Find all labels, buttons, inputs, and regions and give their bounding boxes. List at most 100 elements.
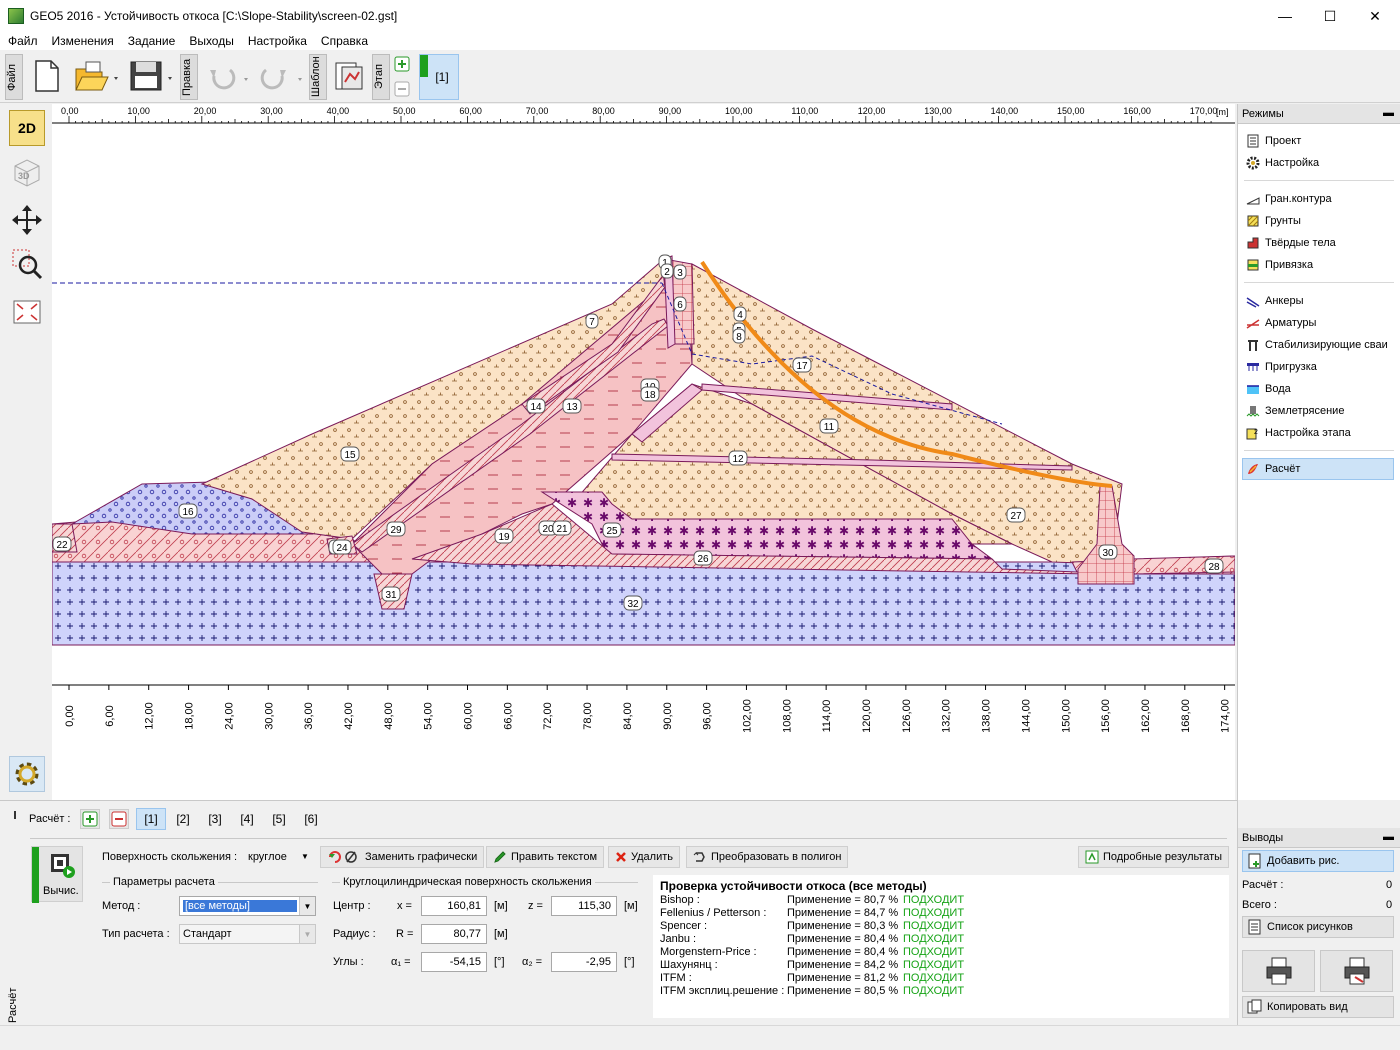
- z-label: z =: [528, 900, 543, 912]
- replace-graphically-button[interactable]: Заменить графически: [320, 846, 485, 868]
- delete-x-icon: [616, 852, 626, 862]
- unit-m: [м]: [494, 900, 508, 912]
- add-stage-button[interactable]: [393, 55, 411, 73]
- menu-task[interactable]: Задание: [128, 34, 176, 48]
- results-icon: [1085, 850, 1099, 864]
- fit-view-button[interactable]: [9, 294, 45, 330]
- method-select[interactable]: [все методы] ▼: [179, 896, 316, 916]
- menu-outputs[interactable]: Выходы: [189, 34, 234, 48]
- remove-stage-button[interactable]: [393, 80, 411, 98]
- mode-item-pile[interactable]: Стабилизирующие сваи: [1238, 334, 1400, 356]
- bottom-axis-tick: 84,00: [622, 702, 634, 730]
- close-button[interactable]: ✕: [1352, 0, 1398, 32]
- print-preview-button[interactable]: [1320, 950, 1393, 992]
- mode-item-soil[interactable]: Грунты: [1238, 210, 1400, 232]
- mode-item-assign[interactable]: Привязка: [1238, 254, 1400, 276]
- add-analysis-button[interactable]: [80, 809, 100, 829]
- pan-button[interactable]: [9, 202, 45, 238]
- analysis-tab-2[interactable]: [2]: [168, 808, 198, 830]
- mode-item-quake[interactable]: Землетрясение: [1238, 400, 1400, 422]
- region-label: 24: [332, 539, 352, 555]
- redo-button[interactable]: [256, 60, 308, 94]
- bottom-axis-tick: 24,00: [223, 702, 235, 730]
- unit-deg: [°]: [494, 956, 505, 968]
- settings-gear-button[interactable]: [9, 756, 45, 792]
- analysis-tab-3[interactable]: [3]: [200, 808, 230, 830]
- menu-help[interactable]: Справка: [321, 34, 368, 48]
- compute-button[interactable]: Вычис.: [31, 846, 83, 903]
- line-icon: [1246, 192, 1260, 206]
- zoom-button[interactable]: [9, 246, 45, 282]
- unit-m: [м]: [494, 928, 508, 940]
- mode-item-gear[interactable]: Настройка: [1238, 152, 1400, 174]
- radius-field[interactable]: 80,77: [421, 924, 487, 944]
- svg-text:28: 28: [1208, 562, 1220, 573]
- center-x-field[interactable]: 160,81: [421, 896, 487, 916]
- region-label: 22: [52, 536, 72, 552]
- mode-item-water[interactable]: Вода: [1238, 378, 1400, 400]
- maximize-button[interactable]: ☐: [1307, 0, 1353, 32]
- view-2d-button[interactable]: 2D: [9, 110, 45, 146]
- analysis-tab-6[interactable]: [6]: [296, 808, 326, 830]
- save-file-button[interactable]: [126, 56, 178, 96]
- calc-count-value: 0: [1386, 879, 1393, 891]
- svg-text:24: 24: [336, 543, 348, 554]
- add-figure-button[interactable]: Добавить рис.: [1242, 850, 1394, 872]
- remove-analysis-button[interactable]: [109, 809, 129, 829]
- delete-button[interactable]: Удалить: [608, 846, 680, 868]
- undo-button[interactable]: [202, 60, 254, 94]
- center-z-field[interactable]: 115,30: [551, 896, 617, 916]
- result-status: ПОДХОДИТ: [903, 894, 965, 906]
- mode-item-calc[interactable]: Расчёт: [1242, 458, 1394, 480]
- figure-list-button[interactable]: Список рисунков: [1242, 916, 1394, 938]
- bottom-axis-tick: 132,00: [941, 699, 953, 733]
- minus-icon: [394, 81, 410, 97]
- pin-icon[interactable]: ▬: [1383, 107, 1394, 119]
- mode-item-line[interactable]: Гран.контура: [1238, 188, 1400, 210]
- result-value: Применение = 80,4 %: [787, 933, 899, 945]
- alpha2-field[interactable]: -2,95: [551, 952, 617, 972]
- unit-deg: [°]: [624, 956, 635, 968]
- mode-item-anchor[interactable]: Анкеры: [1238, 290, 1400, 312]
- mode-item-solid[interactable]: Твёрдые тела: [1238, 232, 1400, 254]
- top-ruler-tick: 170,00: [1190, 106, 1218, 116]
- mode-item-rebar[interactable]: Арматуры: [1238, 312, 1400, 334]
- view-3d-button[interactable]: 3D: [9, 154, 45, 190]
- mode-separator: [1244, 444, 1394, 451]
- result-value: Применение = 81,2 %: [787, 972, 899, 984]
- stage-tab-1[interactable]: [1]: [419, 54, 459, 100]
- stage-group-label: Этап: [372, 54, 390, 100]
- new-file-button[interactable]: [30, 56, 64, 96]
- analysis-tab-1[interactable]: [1]: [136, 808, 166, 830]
- mode-item-doc[interactable]: Проект: [1238, 130, 1400, 152]
- pin-icon[interactable]: ▬: [1383, 831, 1394, 843]
- result-value: Применение = 84,2 %: [787, 959, 899, 971]
- menu-settings[interactable]: Настройка: [248, 34, 307, 48]
- calc-type-select[interactable]: Стандарт ▼: [179, 924, 316, 944]
- mode-item-stage[interactable]: 2 Настройка этапа: [1238, 422, 1400, 444]
- slip-surface-select[interactable]: круглое ▼: [245, 847, 313, 867]
- alpha1-field[interactable]: -54,15: [421, 952, 487, 972]
- calc-count-label: Расчёт :: [1242, 879, 1284, 891]
- template-button[interactable]: [330, 56, 368, 96]
- mode-item-load[interactable]: Пригрузка: [1238, 356, 1400, 378]
- region-label: 7: [585, 313, 599, 329]
- detailed-results-button[interactable]: Подробные результаты: [1078, 846, 1230, 868]
- print-button[interactable]: [1242, 950, 1315, 992]
- mode-item-label: Проект: [1265, 135, 1302, 147]
- edit-text-label: Править текстом: [511, 851, 598, 863]
- menu-file[interactable]: Файл: [8, 34, 38, 48]
- copy-view-button[interactable]: Копировать вид: [1242, 996, 1394, 1018]
- edit-text-button[interactable]: Править текстом: [486, 846, 605, 868]
- rebar-icon: [1246, 316, 1260, 330]
- open-file-button[interactable]: [70, 56, 122, 96]
- svg-text:32: 32: [627, 599, 639, 610]
- analysis-tab-4[interactable]: [4]: [232, 808, 262, 830]
- slope-model-svg[interactable]: ✱ 0,0010,0020,0030,0040,0050,0060,0070,0…: [52, 104, 1235, 800]
- result-value: Применение = 80,5 %: [787, 985, 899, 997]
- convert-to-polygon-button[interactable]: Преобразовать в полигон: [686, 846, 849, 868]
- drawing-canvas[interactable]: ✱ 0,0010,0020,0030,0040,0050,0060,0070,0…: [52, 104, 1235, 800]
- analysis-tab-5[interactable]: [5]: [264, 808, 294, 830]
- menu-edit[interactable]: Изменения: [52, 34, 114, 48]
- minimize-button[interactable]: —: [1262, 0, 1308, 32]
